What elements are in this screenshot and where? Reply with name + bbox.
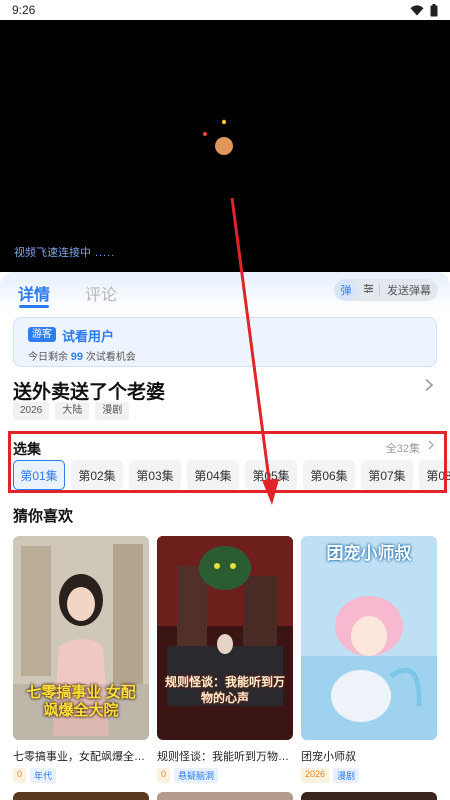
battery-icon (430, 3, 438, 16)
status-bar: 9:26 (0, 0, 450, 20)
trial-remaining: 今日剩余 99 次试看机会 (28, 348, 136, 363)
danmaku-bar: 弹 发送弹幕 (334, 279, 438, 301)
card-badge: 0 (157, 768, 171, 783)
send-danmaku-button[interactable]: 发送弹幕 (380, 282, 438, 298)
detail-panel: 详情 评论 弹 发送弹幕 游客 试看用户 今日剩余 99 次试看机会 送外卖送了… (0, 272, 450, 800)
loading-dots: ..... (95, 247, 116, 259)
danmaku-toggle[interactable]: 弹 (335, 280, 357, 300)
recommend-card-name: 团宠小师叔 (301, 751, 356, 763)
recommend-card-name: 规则怪谈：我能听到万物的心声 (157, 751, 291, 763)
status-time: 9:26 (12, 3, 36, 17)
recommend-card-tags: 2026 漫剧 (301, 768, 437, 783)
chevron-right-icon[interactable] (424, 378, 434, 392)
guest-badge: 游客 (28, 327, 56, 342)
card-badge: 2026 (301, 768, 330, 783)
tab-comments[interactable]: 评论 (85, 281, 117, 305)
trial-title: 试看用户 (62, 329, 115, 344)
next-row-poster-2[interactable] (157, 792, 293, 800)
trial-sub-prefix: 今日剩余 (28, 352, 68, 363)
poster-art (301, 536, 437, 740)
poster-title: 七零搞事业 女配飒爆全大院 (26, 684, 136, 719)
annotation-highlight-box (8, 431, 447, 493)
poster-image: 七零搞事业 女配飒爆全大院 (13, 536, 149, 740)
tab-active-indicator (19, 305, 49, 308)
tag-genre: 漫剧 (95, 402, 130, 420)
card-badge: 0 (13, 768, 27, 783)
recommend-card-tags: 0 悬疑脑洞 (157, 768, 293, 783)
recommend-card-name: 七零搞事业，女配飒爆全大院 (13, 751, 147, 763)
recommend-card-tags: 0 年代 (13, 768, 149, 783)
trial-remaining-count: 99 (70, 351, 84, 363)
tab-details[interactable]: 详情 (18, 281, 50, 305)
card-genre: 年代 (30, 768, 57, 783)
recommend-card-2[interactable]: 规则怪谈：我能听到万物的心声 规则怪谈：我能听到万物的心声 0 悬疑脑洞 (157, 536, 293, 783)
poster-image: 规则怪谈：我能听到万物的心声 (157, 536, 293, 740)
drama-title: 送外卖送了个老婆 (13, 382, 166, 403)
video-player[interactable]: 视频飞速连接中..... (0, 20, 450, 272)
next-row-poster-3[interactable] (301, 792, 437, 800)
recommend-card-3[interactable]: 团宠小师叔 团宠小师叔 2026 漫剧 (301, 536, 437, 783)
trial-card[interactable]: 游客 试看用户 今日剩余 99 次试看机会 (13, 317, 437, 367)
card-genre: 漫剧 (333, 768, 360, 783)
danmaku-settings-icon[interactable] (357, 283, 379, 297)
loading-label: 视频飞速连接中 (14, 247, 91, 259)
recommend-card-1[interactable]: 七零搞事业 女配飒爆全大院 七零搞事业，女配飒爆全大院 0 年代 (13, 536, 149, 783)
tag-region: 大陆 (55, 402, 90, 420)
tag-year: 2026 (13, 402, 50, 420)
poster-title: 规则怪谈：我能听到万物的心声 (164, 675, 285, 705)
screen: 9:26 视频飞速连接中..... 详情 评论 弹 发送弹幕 游客 试看用户 今… (0, 0, 450, 800)
recommend-title: 猜你喜欢 (13, 508, 74, 525)
wifi-icon (410, 4, 424, 15)
poster-image: 团宠小师叔 (301, 536, 437, 740)
next-row-poster-1[interactable] (13, 792, 149, 800)
video-loading-text: 视频飞速连接中..... (14, 244, 115, 260)
poster-title: 团宠小师叔 (326, 544, 412, 563)
poster-art (157, 536, 293, 740)
loading-spinner-icon (203, 119, 233, 155)
card-genre: 悬疑脑洞 (174, 768, 219, 783)
status-icons (410, 3, 438, 17)
trial-sub-suffix: 次试看机会 (85, 352, 136, 363)
drama-tags: 2026 大陆 漫剧 (13, 402, 130, 420)
